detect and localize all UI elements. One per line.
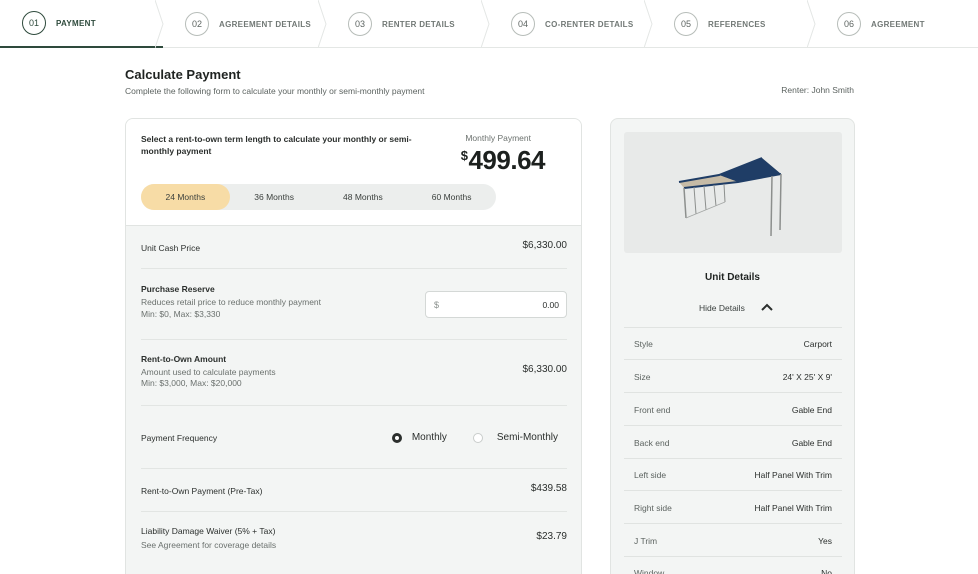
monthly-payment-label: Monthly Payment: [465, 133, 531, 143]
payment-frequency-label: Payment Frequency: [141, 433, 218, 443]
purchase-reserve-limits: Min: $0, Max: $3,330: [141, 309, 221, 319]
term-tab-48-months[interactable]: 48 Months: [319, 184, 408, 210]
step-label: REFERENCES: [708, 19, 766, 29]
step-co-renter-details[interactable]: 04 CO-RENTER DETAILS: [489, 0, 653, 48]
step-label: PAYMENT: [56, 18, 96, 28]
spec-row-right-side: Right side Half Panel With Trim: [624, 492, 842, 524]
step-renter-details[interactable]: 03 RENTER DETAILS: [326, 0, 490, 48]
unit-cash-price-value: $6,330.00: [522, 240, 568, 251]
step-agreement[interactable]: 06 AGREEMENT: [815, 0, 978, 48]
spec-value: Half Panel With Trim: [754, 470, 832, 480]
step-references[interactable]: 05 REFERENCES: [652, 0, 816, 48]
purchase-reserve-label: Purchase Reserve: [141, 284, 215, 294]
currency-symbol: $: [460, 148, 468, 163]
carport-illustration: [678, 157, 782, 237]
step-number: 05: [674, 12, 698, 36]
radio-unchecked-icon[interactable]: [472, 432, 483, 443]
unit-cash-price-row: Unit Cash Price $6,330.00: [141, 226, 567, 269]
spec-value: Carport: [803, 339, 832, 349]
spec-key: J Trim: [634, 536, 658, 546]
spec-value: 24' X 25' X 9': [782, 372, 832, 382]
term-tab-36-months[interactable]: 36 Months: [230, 184, 319, 210]
spec-row-window: Window No: [624, 557, 842, 574]
term-tab-60-months[interactable]: 60 Months: [407, 184, 496, 210]
spec-value: Gable End: [791, 405, 832, 415]
unit-details-card: Unit Details Hide Details Style Carport …: [610, 118, 855, 574]
monthly-option-label[interactable]: Monthly: [412, 432, 447, 443]
purchase-reserve-row: Purchase Reserve Reduces retail price to…: [141, 269, 567, 340]
spec-key: Right side: [634, 503, 672, 513]
step-separator-icon: [481, 0, 490, 48]
step-label: AGREEMENT DETAILS: [219, 19, 312, 29]
step-separator-icon: [318, 0, 327, 48]
spec-row-back-end: Back end Gable End: [624, 427, 842, 459]
spec-value: Yes: [818, 536, 832, 546]
step-separator-icon: [644, 0, 653, 48]
ldw-value: $23.79: [536, 531, 567, 542]
term-selector: 24 Months 36 Months 48 Months 60 Months: [141, 184, 496, 210]
payment-calculator-card: Select a rent-to-own term length to calc…: [125, 118, 582, 574]
monthly-payment-amount: $499.64: [460, 145, 546, 176]
step-separator-icon: [807, 0, 816, 48]
rent-to-own-amount-limits: Min: $3,000, Max: $20,000: [141, 378, 242, 388]
page-title: Calculate Payment: [125, 67, 241, 82]
carport-image: [624, 132, 842, 253]
spec-key: Left side: [634, 470, 667, 480]
unit-cash-price-label: Unit Cash Price: [141, 243, 201, 253]
term-tab-24-months[interactable]: 24 Months: [141, 184, 230, 210]
spec-row-size: Size 24' X 25' X 9': [624, 361, 842, 393]
unit-details-title: Unit Details: [704, 272, 760, 283]
rto-payment-value: $439.58: [530, 483, 567, 494]
rto-payment-label: Rent-to-Own Payment (Pre-Tax): [141, 486, 263, 496]
step-number: 02: [185, 12, 209, 36]
spec-value: Half Panel With Trim: [754, 503, 832, 513]
progress-stepper: 01 PAYMENT 02 AGREEMENT DETAILS 03 RENTE…: [0, 0, 978, 48]
rto-payment-row: Rent-to-Own Payment (Pre-Tax) $439.58: [141, 469, 567, 512]
step-number: 06: [837, 12, 861, 36]
step-label: RENTER DETAILS: [382, 19, 455, 29]
spec-key: Window: [634, 568, 665, 574]
spec-row-front-end: Front end Gable End: [624, 394, 842, 426]
spec-row-style: Style Carport: [624, 328, 842, 360]
spec-value: No: [821, 568, 832, 574]
purchase-reserve-value[interactable]: 0.00: [542, 300, 559, 310]
rent-to-own-amount-row: Rent-to-Own Amount Amount used to calcul…: [141, 340, 567, 406]
radio-checked-icon[interactable]: [391, 432, 402, 443]
spec-key: Size: [634, 372, 651, 382]
spec-key: Back end: [634, 438, 670, 448]
purchase-reserve-input[interactable]: $ 0.00: [425, 291, 567, 318]
ldw-description: See Agreement for coverage details: [141, 540, 277, 550]
renter-name: Renter: John Smith: [781, 85, 854, 95]
rent-to-own-amount-label: Rent-to-Own Amount: [141, 354, 227, 364]
ldw-row: Liability Damage Waiver (5% + Tax) See A…: [141, 512, 567, 572]
ldw-label: Liability Damage Waiver (5% + Tax): [141, 526, 276, 536]
spec-value: Gable End: [791, 438, 832, 448]
step-number: 04: [511, 12, 535, 36]
step-label: CO-RENTER DETAILS: [545, 19, 634, 29]
semi-monthly-option-label[interactable]: Semi-Monthly: [497, 432, 558, 443]
term-instructions: Select a rent-to-own term length to calc…: [141, 134, 412, 156]
step-payment[interactable]: 01 PAYMENT: [0, 0, 164, 48]
hide-details-toggle[interactable]: Hide Details: [699, 303, 745, 313]
spec-row-left-side: Left side Half Panel With Trim: [624, 459, 842, 491]
rent-to-own-amount-value: $6,330.00: [522, 364, 568, 375]
dollar-prefix: $: [434, 300, 440, 310]
step-number: 03: [348, 12, 372, 36]
chevron-up-icon[interactable]: [760, 302, 774, 312]
step-agreement-details[interactable]: 02 AGREEMENT DETAILS: [163, 0, 327, 48]
monthly-payment-value: 499.64: [468, 145, 545, 175]
purchase-reserve-description: Reduces retail price to reduce monthly p…: [141, 297, 322, 307]
calculator-summary: Select a rent-to-own term length to calc…: [126, 119, 581, 226]
page-subtitle: Complete the following form to calculate…: [125, 86, 425, 96]
spec-key: Style: [634, 339, 653, 349]
step-number: 01: [22, 11, 46, 35]
spec-row-j-trim: J Trim Yes: [624, 525, 842, 557]
step-label: AGREEMENT: [871, 19, 925, 29]
spec-key: Front end: [634, 405, 671, 415]
payment-frequency-row: Payment Frequency Monthly Semi-Monthly: [141, 406, 567, 469]
step-separator-icon: [155, 0, 164, 48]
payment-frequency-options: Monthly Semi-Monthly: [391, 432, 558, 443]
